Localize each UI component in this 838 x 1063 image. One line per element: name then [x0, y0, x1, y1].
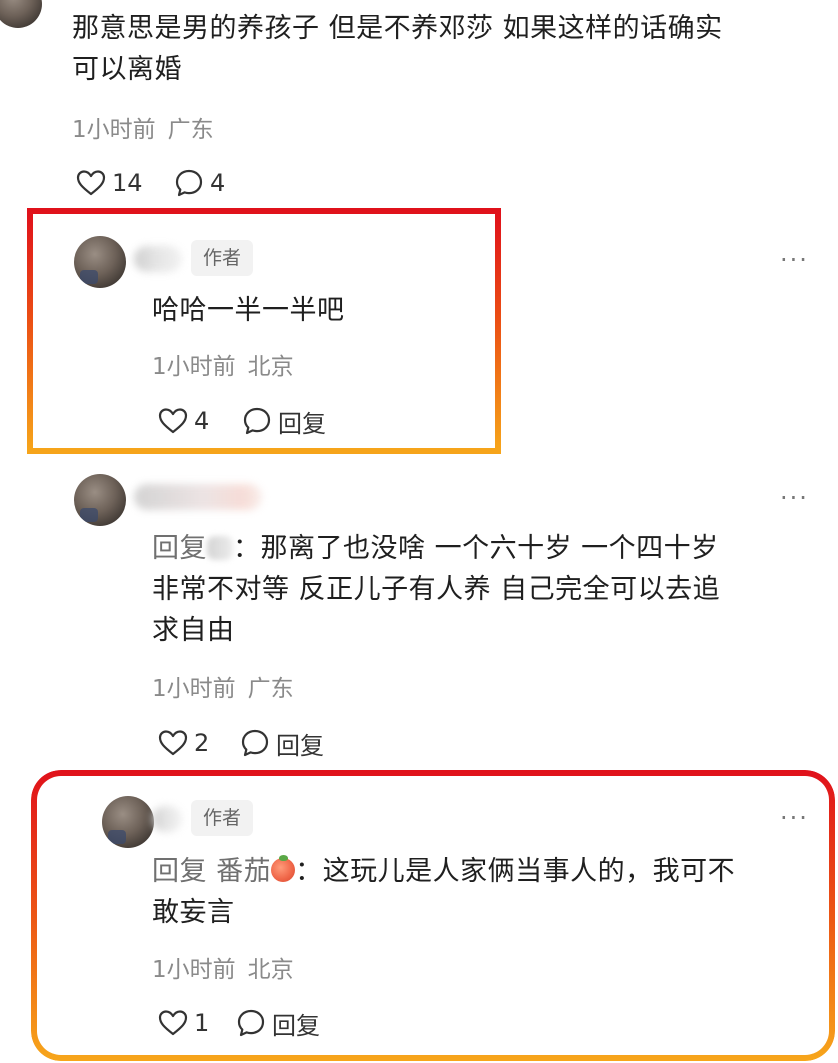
reply-prefix: 回复	[152, 856, 207, 887]
comment-text-line: 敢妄言	[152, 897, 235, 928]
comment-thread: 那意思是男的养孩子 但是不养邓莎 如果这样的话确实 可以离婚 1小时前 广东 14…	[0, 0, 838, 1063]
comment-text-line: 非常不对等 反正儿子有人养 自己完全可以去追	[152, 574, 721, 605]
reply-label: 回复	[278, 409, 326, 438]
comment-location: 北京	[247, 354, 294, 380]
comment-bubble-icon	[241, 729, 269, 757]
comment-text-line: 可以离婚	[72, 54, 182, 85]
separator: ：	[295, 856, 323, 887]
mention-name[interactable]: 番茄	[216, 856, 271, 887]
like-count: 2	[194, 729, 210, 757]
comment-meta: 1小时前 北京	[152, 352, 294, 382]
avatar[interactable]	[74, 236, 126, 288]
comment-time: 1小时前	[152, 957, 236, 983]
comment-meta: 1小时前 广东	[72, 115, 214, 145]
like-button[interactable]: 2	[158, 726, 209, 760]
like-count: 1	[194, 1009, 210, 1037]
heart-icon	[158, 408, 188, 434]
reply-button[interactable]: 回复	[242, 404, 326, 438]
like-count: 4	[194, 407, 210, 435]
heart-icon	[158, 730, 188, 756]
reply-count-button[interactable]: 4	[174, 166, 225, 200]
heart-icon	[76, 170, 106, 196]
more-icon[interactable]: ···	[780, 806, 809, 830]
mention-blurred[interactable]	[207, 536, 233, 560]
heart-icon	[158, 1010, 188, 1036]
comment-text: 回复 番茄 ：这玩儿是人家俩当事人的，我可不 敢妄言	[152, 851, 735, 933]
comment-text-line: 回复 番茄 ：这玩儿是人家俩当事人的，我可不	[152, 851, 735, 892]
username-blurred[interactable]	[134, 246, 182, 272]
comment-bubble-icon	[237, 1009, 265, 1037]
username-blurred[interactable]	[152, 806, 182, 832]
comment-text: 哈哈一半一半吧	[152, 290, 345, 331]
comment-bubble-icon	[243, 407, 271, 435]
comment-text-part: 这玩儿是人家俩当事人的，我可不	[322, 856, 736, 887]
comment-text-line: 求自由	[152, 615, 235, 646]
reply-button[interactable]: 回复	[240, 726, 324, 760]
comment-text-part: 那离了也没啥 一个六十岁 一个四十岁	[260, 533, 719, 564]
username-blurred[interactable]	[134, 484, 262, 510]
comment-text-line: 回复 ：那离了也没啥 一个六十岁 一个四十岁	[152, 528, 720, 569]
separator: ：	[233, 533, 261, 564]
comment-meta: 1小时前 广东	[152, 674, 294, 704]
like-button[interactable]: 4	[158, 404, 209, 438]
like-count: 14	[112, 169, 143, 197]
comment-location: 广东	[247, 676, 294, 702]
avatar[interactable]	[74, 474, 126, 526]
comment-location: 北京	[247, 957, 294, 983]
author-badge: 作者	[191, 240, 254, 276]
more-icon[interactable]: ···	[780, 486, 809, 510]
comment-text: 回复 ：那离了也没啥 一个六十岁 一个四十岁 非常不对等 反正儿子有人养 自己完全…	[152, 528, 720, 651]
comment-location: 广东	[167, 117, 214, 143]
reply-label: 回复	[276, 731, 324, 760]
more-icon[interactable]: ···	[780, 248, 809, 272]
comment-time: 1小时前	[152, 354, 236, 380]
comment-meta: 1小时前 北京	[152, 955, 294, 985]
like-button[interactable]: 14	[76, 166, 143, 200]
reply-button[interactable]: 回复	[236, 1006, 320, 1040]
comment-text-line: 哈哈一半一半吧	[152, 295, 345, 326]
avatar[interactable]	[102, 796, 154, 848]
reply-count: 4	[210, 169, 226, 197]
tomato-emoji-icon	[271, 855, 296, 882]
comment-time: 1小时前	[152, 676, 236, 702]
comment-text: 那意思是男的养孩子 但是不养邓莎 如果这样的话确实 可以离婚	[72, 8, 723, 90]
avatar[interactable]	[0, 0, 42, 28]
comment-time: 1小时前	[72, 117, 156, 143]
comment-bubble-icon	[175, 169, 203, 197]
like-button[interactable]: 1	[158, 1006, 209, 1040]
author-badge: 作者	[191, 800, 254, 836]
reply-label: 回复	[272, 1011, 320, 1040]
reply-prefix: 回复	[152, 533, 207, 564]
comment-text-line: 那意思是男的养孩子 但是不养邓莎 如果这样的话确实	[72, 13, 723, 44]
